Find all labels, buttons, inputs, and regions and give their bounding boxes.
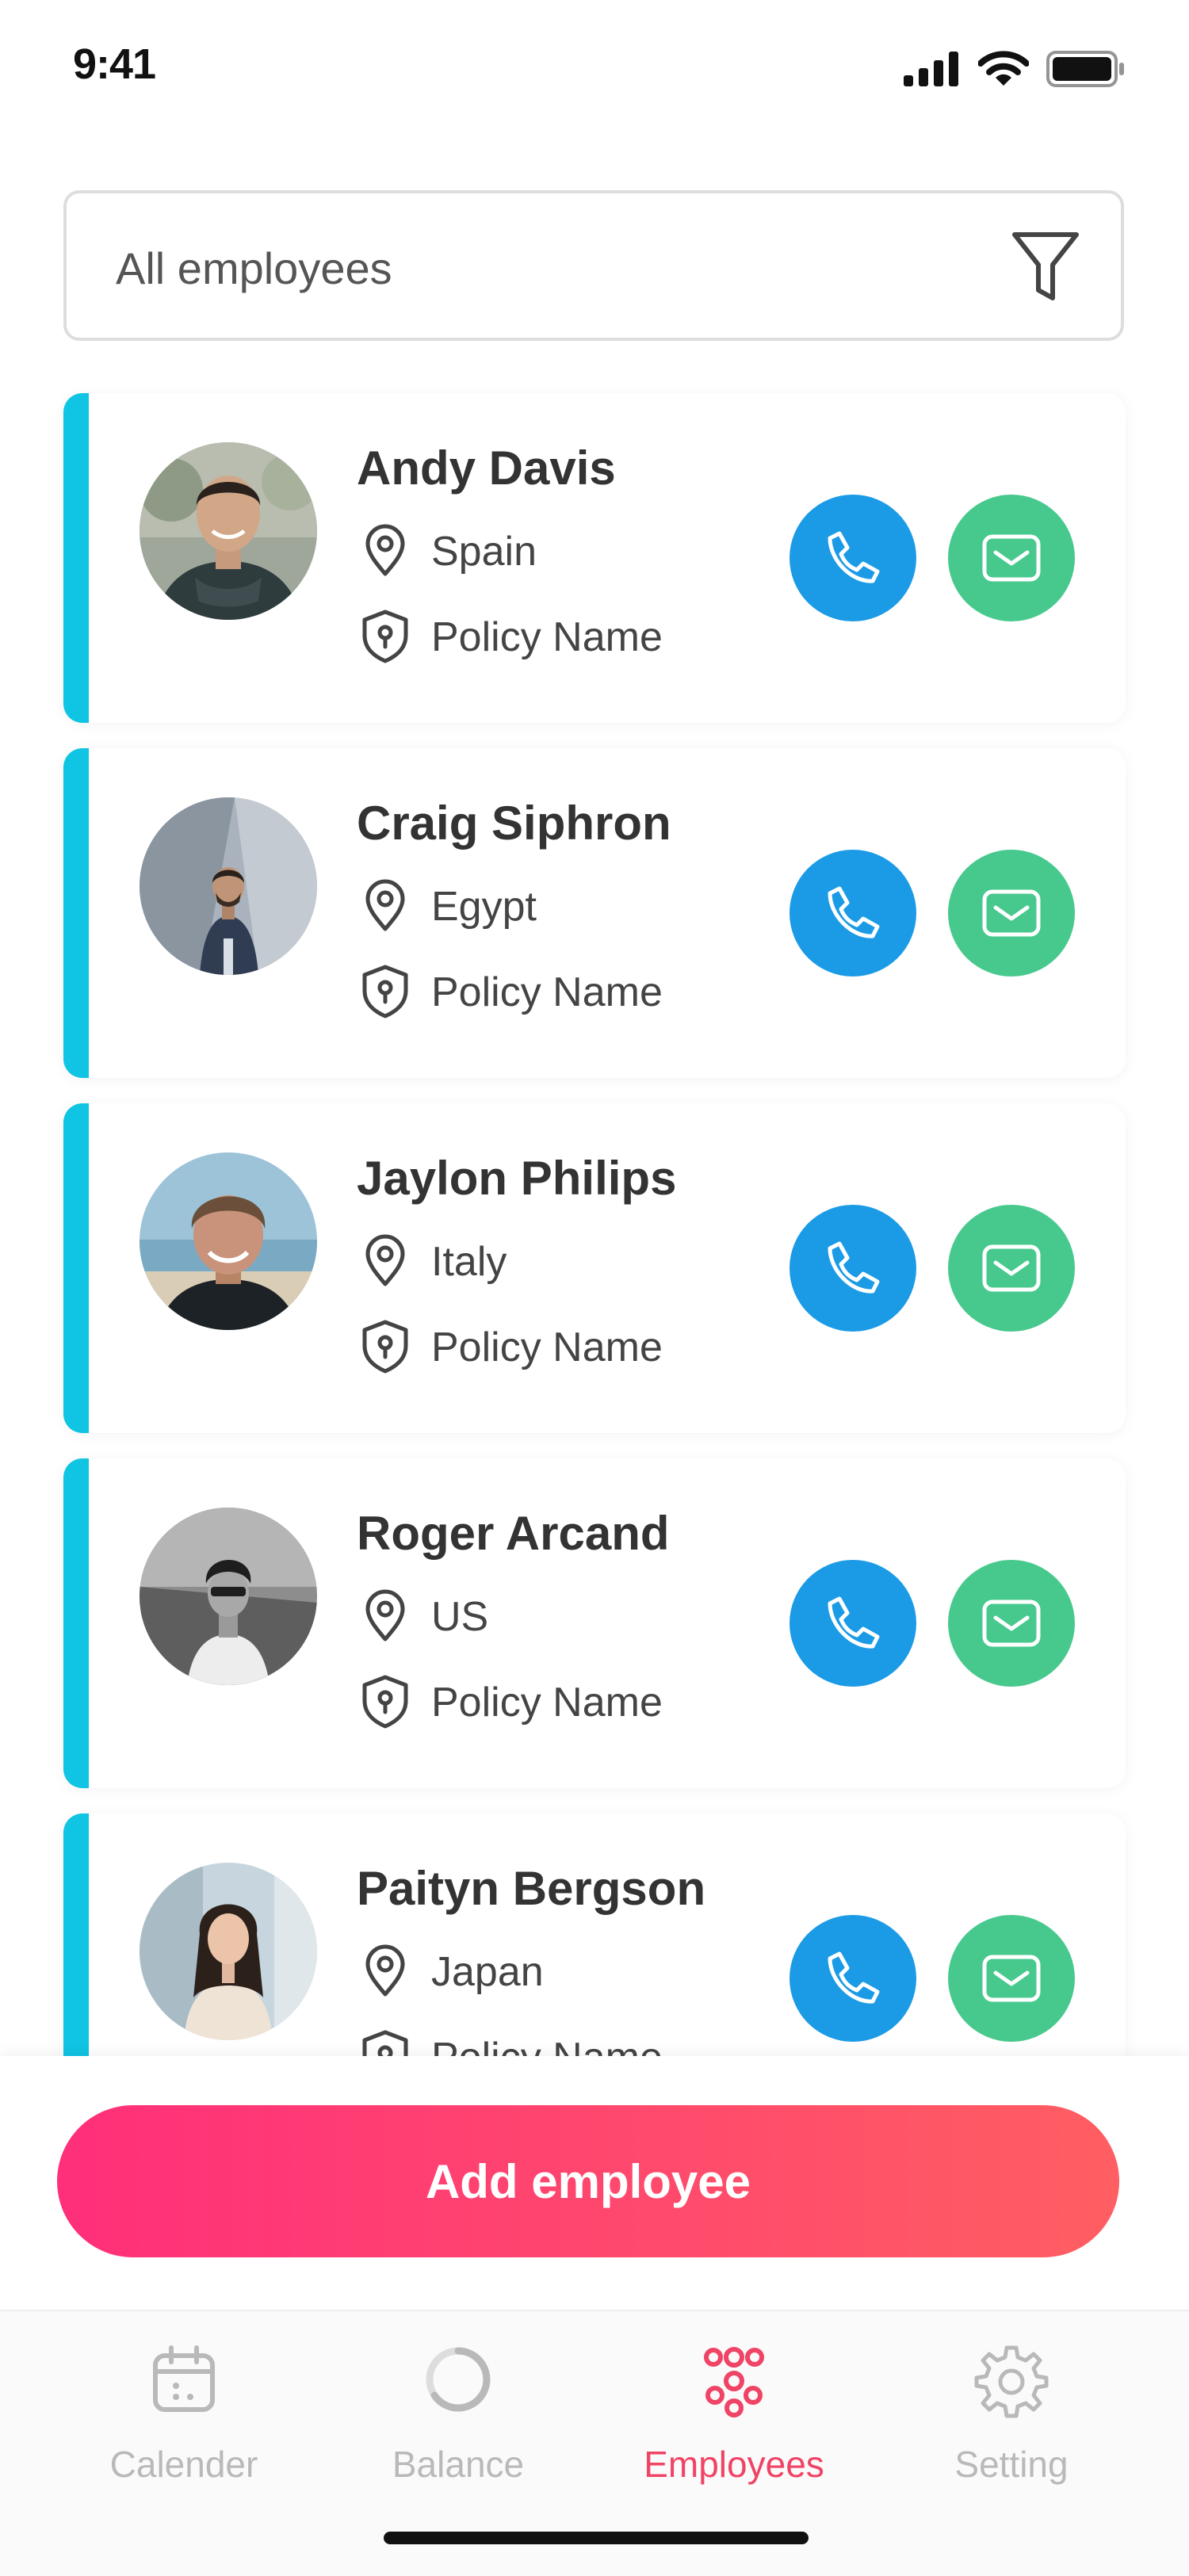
avatar <box>140 1863 317 2040</box>
mail-icon <box>982 889 1041 937</box>
employee-country: Italy <box>431 1239 507 1285</box>
filter-icon[interactable] <box>1010 230 1081 306</box>
tab-label: Calender <box>109 2444 258 2485</box>
employee-list[interactable]: Andy Davis Spain Policy Name Craig Siphr… <box>0 388 1189 2056</box>
employee-name: Paityn Bergson <box>357 1862 706 1915</box>
employee-country: Spain <box>431 529 537 575</box>
location-pin-icon <box>365 1944 405 1997</box>
employee-policy: Policy Name <box>431 1324 663 1370</box>
status-icons <box>904 51 1126 87</box>
phone-icon <box>828 1241 880 1294</box>
card-accent <box>63 748 89 1078</box>
phone-icon <box>828 1951 880 2004</box>
mail-icon <box>982 1955 1041 2002</box>
avatar <box>140 1508 317 1685</box>
tab-label: Employees <box>644 2444 824 2485</box>
employees-icon <box>704 2347 764 2417</box>
location-pin-icon <box>365 524 405 576</box>
message-button[interactable] <box>948 1205 1075 1332</box>
settings-icon <box>974 2345 1049 2418</box>
tab-label: Balance <box>392 2444 525 2485</box>
employee-name: Craig Siphron <box>357 797 671 850</box>
tab-employees[interactable]: Employees <box>615 2311 853 2501</box>
call-button[interactable] <box>789 1915 916 2042</box>
phone-icon <box>828 1596 880 1649</box>
tab-calender[interactable]: Calender <box>65 2311 303 2501</box>
card-accent <box>63 1814 89 2056</box>
phone-icon <box>828 886 880 938</box>
tab-label: Setting <box>954 2444 1069 2485</box>
tab-setting[interactable]: Setting <box>893 2311 1130 2501</box>
filter-label: All employees <box>116 243 392 293</box>
message-button[interactable] <box>948 850 1075 977</box>
battery-icon <box>1046 51 1124 87</box>
employee-name: Roger Arcand <box>357 1507 670 1560</box>
mail-icon <box>982 534 1041 582</box>
message-button[interactable] <box>948 495 1075 621</box>
avatar <box>140 1152 317 1330</box>
signal-icon <box>904 52 958 86</box>
balance-icon <box>426 2347 491 2412</box>
employee-card[interactable]: Roger Arcand US Policy Name <box>63 1458 1126 1788</box>
tab-balance[interactable]: Balance <box>339 2311 577 2501</box>
card-accent <box>63 1103 89 1433</box>
policy-shield-icon <box>362 2030 408 2056</box>
message-button[interactable] <box>948 1915 1075 2042</box>
policy-shield-icon <box>362 1675 408 1729</box>
avatar <box>140 797 317 975</box>
message-button[interactable] <box>948 1560 1075 1687</box>
bottom-action-panel: Add employee <box>0 2056 1189 2310</box>
employee-card[interactable]: Craig Siphron Egypt Policy Name <box>63 748 1126 1078</box>
call-button[interactable] <box>789 495 916 621</box>
policy-shield-icon <box>362 965 408 1019</box>
employee-filter-dropdown[interactable]: All employees <box>63 190 1124 341</box>
mail-icon <box>982 1599 1041 1647</box>
status-time: 9:41 <box>73 40 156 88</box>
employee-card[interactable]: Jaylon Philips Italy Policy Name <box>63 1103 1126 1433</box>
employee-country: US <box>431 1594 489 1640</box>
employee-policy: Policy Name <box>431 614 663 660</box>
wifi-icon <box>978 51 1029 86</box>
call-button[interactable] <box>789 1560 916 1687</box>
employee-card[interactable]: Andy Davis Spain Policy Name <box>63 393 1126 723</box>
card-accent <box>63 1458 89 1788</box>
mail-icon <box>982 1244 1041 1292</box>
employee-name: Andy Davis <box>357 441 616 495</box>
employee-card[interactable]: Paityn Bergson Japan Policy Name <box>63 1814 1126 2056</box>
avatar <box>140 442 317 620</box>
employee-country: Japan <box>431 1949 544 1995</box>
location-pin-icon <box>365 1589 405 1642</box>
card-accent <box>63 393 89 723</box>
policy-shield-icon <box>362 1320 408 1374</box>
status-bar: 9:41 <box>0 0 1189 119</box>
call-button[interactable] <box>789 1205 916 1332</box>
calendar-icon <box>153 2345 215 2412</box>
employee-country: Egypt <box>431 884 537 930</box>
employee-name: Jaylon Philips <box>357 1152 677 1205</box>
home-indicator <box>384 2532 809 2544</box>
policy-shield-icon <box>362 610 408 663</box>
location-pin-icon <box>365 1234 405 1286</box>
phone-icon <box>828 531 880 583</box>
tab-bar: Calender Balance Employees Setting <box>0 2310 1189 2576</box>
location-pin-icon <box>365 879 405 931</box>
employee-policy: Policy Name <box>431 1680 663 1726</box>
call-button[interactable] <box>789 850 916 977</box>
employee-policy: Policy Name <box>431 969 663 1015</box>
employee-policy: Policy Name <box>431 2034 663 2056</box>
add-employee-button[interactable]: Add employee <box>57 2105 1119 2257</box>
